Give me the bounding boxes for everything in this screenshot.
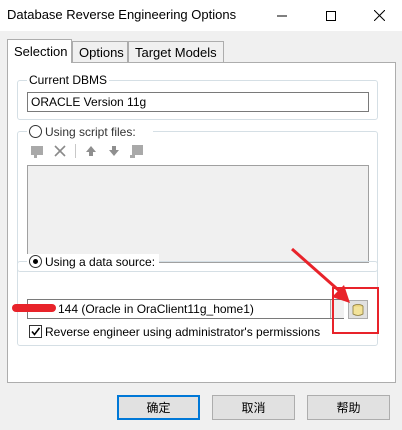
radio-selected-dot bbox=[33, 259, 38, 264]
cancel-button[interactable]: 取消 bbox=[212, 395, 295, 420]
tab-selection[interactable]: Selection bbox=[7, 39, 72, 63]
help-button[interactable]: 帮助 bbox=[307, 395, 390, 420]
ok-button-label: 确定 bbox=[146, 401, 171, 415]
annotation-arrow-icon bbox=[291, 247, 350, 303]
current-dbms-value: ORACLE Version 11g bbox=[31, 95, 147, 109]
current-dbms-field: ORACLE Version 11g bbox=[27, 92, 369, 112]
minimize-icon bbox=[277, 15, 287, 16]
move-up-icon[interactable] bbox=[83, 143, 99, 159]
script-files-label: Using script files: bbox=[45, 125, 136, 139]
admin-permissions-label: Reverse engineer using administrator's p… bbox=[45, 325, 321, 339]
close-icon bbox=[373, 10, 385, 21]
script-files-radio[interactable] bbox=[29, 125, 42, 138]
data-source-label: Using a data source: bbox=[45, 255, 156, 269]
title-bar: Database Reverse Engineering Options bbox=[0, 0, 402, 31]
add-file-icon[interactable] bbox=[29, 143, 45, 159]
data-source-radio[interactable] bbox=[29, 255, 42, 268]
tab-label: Options bbox=[79, 45, 124, 60]
delete-icon[interactable] bbox=[52, 143, 68, 159]
data-source-value: 144 (Oracle in OraClient11g_home1) bbox=[58, 302, 254, 316]
ok-button[interactable]: 确定 bbox=[117, 395, 200, 420]
maximize-button[interactable] bbox=[309, 0, 353, 31]
admin-permissions-option[interactable]: Reverse engineer using administrator's p… bbox=[27, 324, 327, 340]
checkmark-icon bbox=[31, 327, 41, 336]
script-files-option[interactable]: Using script files: bbox=[27, 124, 153, 140]
cancel-button-label: 取消 bbox=[241, 401, 266, 415]
toolbar-divider bbox=[75, 144, 76, 158]
close-button[interactable] bbox=[357, 0, 401, 31]
redaction-mark bbox=[12, 304, 56, 312]
browse-icon[interactable] bbox=[129, 143, 145, 159]
tab-options[interactable]: Options bbox=[72, 41, 128, 63]
window-title: Database Reverse Engineering Options bbox=[7, 7, 237, 22]
tab-target-models[interactable]: Target Models bbox=[128, 41, 224, 63]
admin-permissions-checkbox[interactable] bbox=[29, 325, 42, 338]
data-source-option[interactable]: Using a data source: bbox=[27, 254, 159, 270]
current-dbms-label: Current DBMS bbox=[27, 73, 110, 87]
maximize-icon bbox=[326, 10, 336, 21]
move-down-icon[interactable] bbox=[106, 143, 122, 159]
tab-label: Target Models bbox=[135, 45, 217, 60]
help-button-label: 帮助 bbox=[336, 401, 361, 415]
minimize-button[interactable] bbox=[260, 0, 304, 31]
tab-label: Selection bbox=[14, 44, 68, 59]
